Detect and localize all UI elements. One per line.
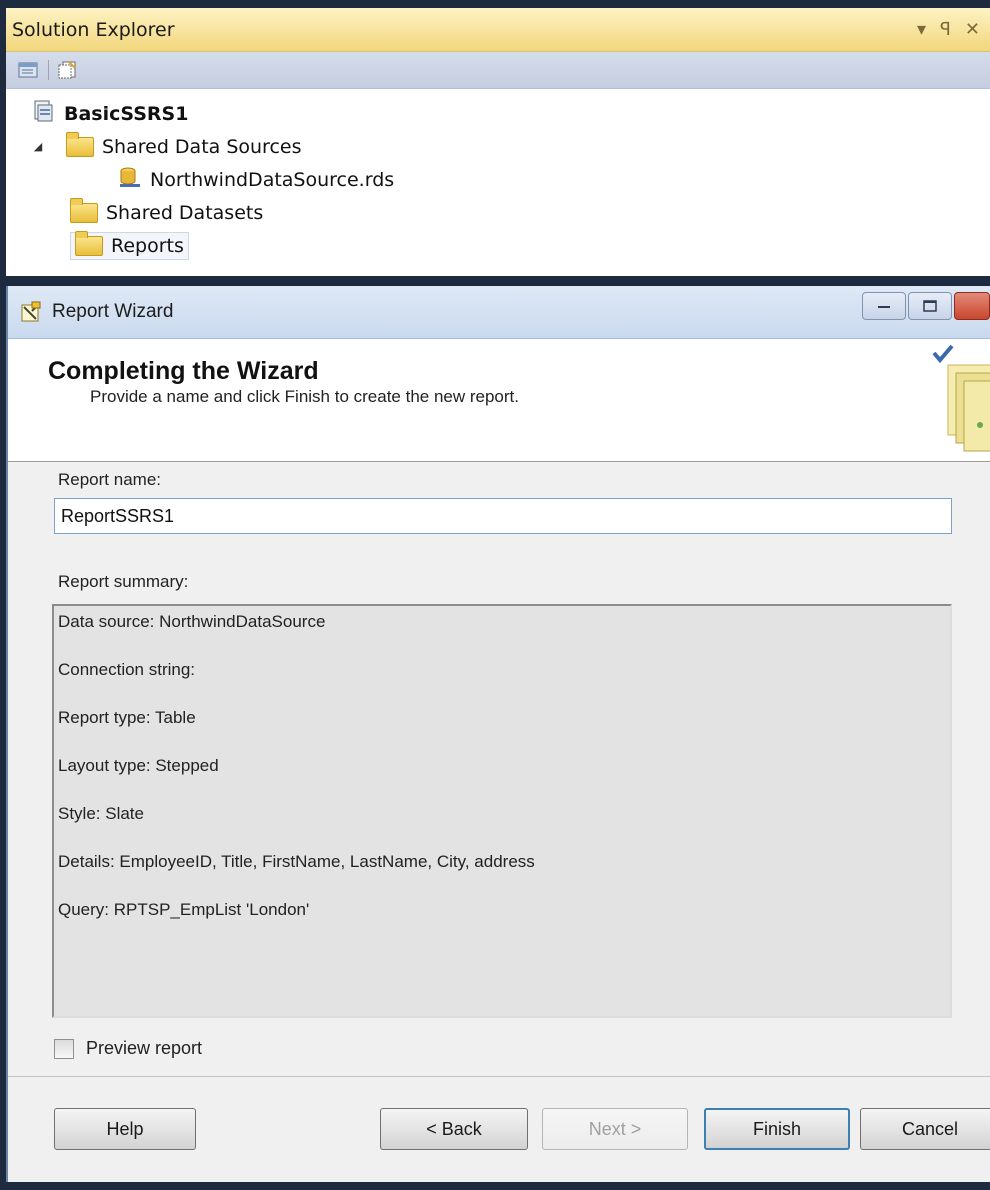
- tree-item-shared-data-sources[interactable]: ◢ Shared Data Sources: [6, 130, 990, 163]
- folder-icon: [75, 230, 103, 256]
- data-source-icon: [118, 165, 142, 194]
- solution-explorer-toolbar: [6, 52, 990, 89]
- report-wizard-dialog: Report Wizard Completing the Wizard Prov…: [6, 286, 990, 1182]
- summary-line: Layout type: Stepped: [58, 756, 219, 775]
- solution-explorer-panel: Solution Explorer ▾ ꟼ ✕ BasicSSRS1 ◢ Sha…: [6, 8, 990, 276]
- preview-report-option[interactable]: Preview report: [54, 1038, 202, 1059]
- tree-label: Reports: [111, 234, 184, 257]
- wizard-title: Report Wizard: [52, 301, 174, 322]
- report-summary-label: Report summary:: [58, 572, 189, 591]
- wizard-subheading: Provide a name and click Finish to creat…: [90, 387, 519, 406]
- maximize-button[interactable]: [908, 292, 952, 320]
- summary-line: Query: RPTSP_EmpList 'London': [58, 900, 310, 919]
- help-button[interactable]: Help: [54, 1108, 196, 1150]
- back-button[interactable]: < Back: [380, 1108, 528, 1150]
- cancel-button[interactable]: Cancel: [860, 1108, 990, 1150]
- finish-button[interactable]: Finish: [704, 1108, 850, 1150]
- close-window-button[interactable]: [954, 292, 990, 320]
- wizard-banner-icon: [920, 339, 990, 459]
- next-button[interactable]: Next >: [542, 1108, 688, 1150]
- properties-icon[interactable]: [18, 60, 40, 80]
- summary-line: Details: EmployeeID, Title, FirstName, L…: [58, 852, 535, 871]
- solution-explorer-title: Solution Explorer: [12, 18, 175, 41]
- summary-line: Connection string:: [58, 660, 196, 679]
- report-summary-box[interactable]: Data source: NorthwindDataSource Connect…: [52, 604, 952, 1018]
- tree-label: Shared Datasets: [106, 201, 264, 224]
- folder-icon: [70, 197, 98, 223]
- solution-explorer-titlebar: Solution Explorer ▾ ꟼ ✕: [6, 8, 990, 52]
- summary-line: Style: Slate: [58, 804, 144, 823]
- solution-tree: BasicSSRS1 ◢ Shared Data Sources Northwi…: [6, 89, 990, 262]
- wizard-heading: Completing the Wizard: [48, 357, 319, 385]
- footer-divider: [8, 1076, 990, 1077]
- project-name: BasicSSRS1: [64, 102, 189, 125]
- summary-line: Data source: NorthwindDataSource: [58, 612, 326, 631]
- pin-icon[interactable]: ꟼ: [940, 19, 951, 40]
- close-icon[interactable]: ✕: [965, 19, 980, 40]
- project-icon: [32, 99, 56, 128]
- summary-line: Report type: Table: [58, 708, 196, 727]
- report-name-input[interactable]: [54, 498, 952, 534]
- open-folder-icon: [66, 131, 94, 157]
- report-wizard-icon: [20, 301, 42, 323]
- tree-item-project[interactable]: BasicSSRS1: [6, 97, 990, 130]
- tree-item-shared-datasets[interactable]: Shared Datasets: [6, 196, 990, 229]
- wizard-header: Completing the Wizard Provide a name and…: [8, 339, 990, 462]
- tree-label: NorthwindDataSource.rds: [150, 168, 395, 191]
- preview-report-checkbox[interactable]: [54, 1038, 74, 1059]
- minimize-button[interactable]: [862, 292, 906, 320]
- collapse-arrow-icon[interactable]: ◢: [30, 140, 46, 153]
- tree-item-data-source-file[interactable]: NorthwindDataSource.rds: [6, 163, 990, 196]
- toolbar-separator: [48, 60, 49, 80]
- show-all-files-icon[interactable]: [57, 60, 79, 80]
- tree-item-reports[interactable]: Reports: [6, 229, 990, 262]
- preview-report-label: Preview report: [86, 1038, 203, 1058]
- report-name-label: Report name:: [58, 470, 161, 489]
- tree-label: Shared Data Sources: [102, 135, 302, 158]
- dropdown-icon[interactable]: ▾: [917, 19, 926, 40]
- wizard-titlebar: Report Wizard: [8, 286, 990, 339]
